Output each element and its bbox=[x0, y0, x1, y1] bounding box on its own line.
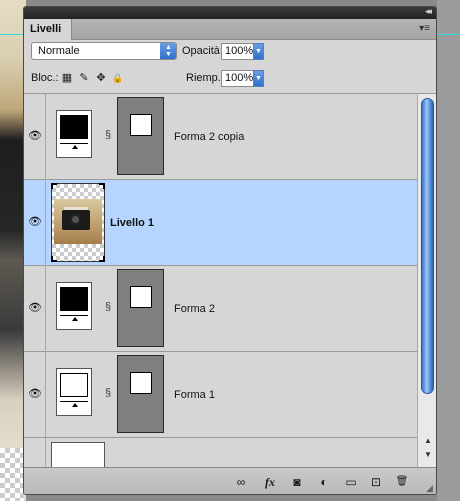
lock-label: Bloc.: bbox=[31, 72, 59, 84]
vector-mask-thumbnail[interactable] bbox=[117, 269, 164, 347]
add-mask-icon[interactable]: ◙ bbox=[288, 474, 306, 490]
folder-icon[interactable]: ▭ bbox=[342, 474, 360, 490]
tab-livelli[interactable]: Livelli bbox=[24, 19, 72, 40]
layer-row-forma-2[interactable]: 👁 § Forma 2 bbox=[24, 266, 417, 352]
vector-mask-thumbnail[interactable] bbox=[117, 97, 164, 175]
layer-fill-thumbnail[interactable] bbox=[56, 110, 92, 158]
chain-link-icon[interactable]: § bbox=[104, 127, 112, 143]
canvas-transparency bbox=[0, 448, 24, 501]
layer-name[interactable]: Forma 2 copia bbox=[174, 131, 244, 143]
layer-name[interactable]: Forma 2 bbox=[174, 303, 215, 315]
scroll-up-icon[interactable]: ▲ bbox=[422, 435, 434, 447]
fx-icon[interactable]: fx bbox=[261, 474, 279, 490]
blend-mode-select[interactable]: Normale ▲▼ bbox=[31, 42, 177, 60]
opacity-label: Opacità: bbox=[182, 45, 223, 57]
fill-dropdown-icon[interactable]: ▼ bbox=[253, 70, 264, 87]
select-arrows-icon: ▲▼ bbox=[160, 43, 176, 59]
panel-footer: ∞ fx ◙ ◐ ▭ ⊡ 🗑 ◢ bbox=[24, 467, 436, 494]
link-layers-icon[interactable]: ∞ bbox=[232, 474, 250, 490]
eye-icon[interactable]: 👁 bbox=[28, 131, 42, 142]
adjustment-layer-icon[interactable]: ◐ bbox=[315, 474, 333, 490]
layer-image-thumbnail[interactable] bbox=[51, 183, 105, 262]
layer-name[interactable]: Forma 1 bbox=[174, 389, 215, 401]
layers-panel: ◂◂ Livelli ▾≡ Normale ▲▼ Opacità: 100% ▼… bbox=[23, 6, 437, 495]
trash-icon[interactable]: 🗑 bbox=[393, 474, 411, 490]
visibility-toggle[interactable]: 👁 bbox=[24, 180, 46, 266]
lock-move-icon[interactable]: ✥ bbox=[95, 72, 107, 84]
eye-icon[interactable]: 👁 bbox=[28, 303, 42, 314]
layer-thumbnail[interactable] bbox=[51, 442, 105, 467]
layer-fill-thumbnail[interactable] bbox=[56, 368, 92, 416]
lock-row: Bloc.: ▦ ✎ ✥ 🔒 Riemp.: 100% ▼ bbox=[24, 67, 436, 91]
lock-paint-icon[interactable]: ✎ bbox=[78, 72, 90, 84]
vector-mask-thumbnail[interactable] bbox=[117, 355, 164, 433]
layer-row-forma-1[interactable]: 👁 § Forma 1 bbox=[24, 352, 417, 438]
eye-icon[interactable]: 👁 bbox=[28, 217, 42, 228]
canvas-background bbox=[437, 0, 460, 501]
eye-icon[interactable]: 👁 bbox=[28, 389, 42, 400]
layer-row-livello-1[interactable]: 👁 Livello 1 bbox=[24, 180, 417, 266]
blend-row: Normale ▲▼ Opacità: 100% ▼ bbox=[24, 40, 436, 64]
scroll-down-icon[interactable]: ▼ bbox=[422, 449, 434, 461]
new-layer-icon[interactable]: ⊡ bbox=[367, 474, 385, 490]
chain-link-icon[interactable]: § bbox=[104, 385, 112, 401]
panel-titlebar[interactable]: ◂◂ bbox=[24, 7, 436, 19]
layer-name[interactable]: Livello 1 bbox=[110, 217, 154, 229]
layers-list: 👁 § Forma 2 copia 👁 Livello 1 👁 § Forma … bbox=[24, 93, 417, 467]
guide-line bbox=[437, 34, 460, 35]
guide-line bbox=[0, 34, 23, 35]
visibility-toggle[interactable] bbox=[24, 438, 46, 467]
opacity-dropdown-icon[interactable]: ▼ bbox=[253, 43, 264, 60]
panel-menu-icon[interactable]: ▾≡ bbox=[419, 23, 430, 34]
opacity-field[interactable]: 100% bbox=[221, 43, 254, 60]
visibility-toggle[interactable]: 👁 bbox=[24, 352, 46, 438]
fill-label: Riemp.: bbox=[186, 72, 224, 84]
chain-link-icon[interactable]: § bbox=[104, 299, 112, 315]
lock-transparency-icon[interactable]: ▦ bbox=[61, 72, 73, 84]
scroll-thumb[interactable] bbox=[421, 98, 434, 394]
panel-tabbar: Livelli ▾≡ bbox=[24, 19, 436, 40]
layer-fill-thumbnail[interactable] bbox=[56, 282, 92, 330]
layer-row-background[interactable] bbox=[24, 438, 417, 467]
layer-row-forma-2-copia[interactable]: 👁 § Forma 2 copia bbox=[24, 94, 417, 180]
collapse-icon[interactable]: ◂◂ bbox=[425, 7, 432, 17]
blend-mode-value: Normale bbox=[38, 45, 80, 57]
visibility-toggle[interactable]: 👁 bbox=[24, 94, 46, 180]
fill-field[interactable]: 100% bbox=[221, 70, 254, 87]
resize-grip-icon[interactable]: ◢ bbox=[426, 484, 435, 493]
lock-all-icon[interactable]: 🔒 bbox=[112, 72, 124, 84]
visibility-toggle[interactable]: 👁 bbox=[24, 266, 46, 352]
layers-scrollbar[interactable]: ▲ ▼ bbox=[417, 93, 436, 467]
